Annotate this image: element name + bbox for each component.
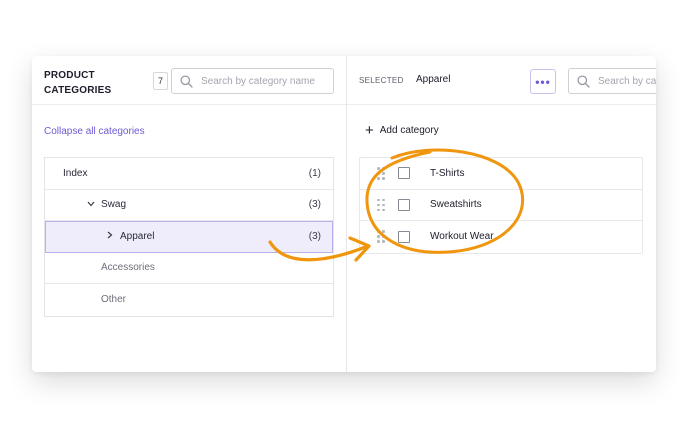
- subcategory-label: Sweatshirts: [430, 199, 482, 211]
- tree-row-swag[interactable]: Swag (3): [45, 190, 333, 221]
- tree-label: Swag: [101, 199, 127, 211]
- selected-label: SELECTED: [359, 76, 404, 85]
- tree-row-accessories[interactable]: Accessories: [45, 253, 333, 284]
- more-options-button[interactable]: •••: [530, 69, 556, 94]
- tree-label: Other: [101, 294, 127, 306]
- search-icon: [577, 74, 590, 88]
- tree-label: Index: [63, 167, 88, 179]
- selected-category-name: Apparel: [416, 74, 451, 85]
- tree-row-other[interactable]: Other: [45, 284, 333, 316]
- drag-handle-icon[interactable]: [377, 167, 385, 180]
- drag-handle-icon[interactable]: [377, 198, 385, 212]
- tree-count: (3): [308, 230, 321, 242]
- category-tree: Index (1) Swag (3) Apparel (3) Accessori…: [44, 157, 334, 317]
- subcategory-checkbox[interactable]: [398, 167, 410, 180]
- collapse-all-link[interactable]: Collapse all categories: [44, 126, 145, 137]
- subcategory-search-box[interactable]: [568, 68, 656, 94]
- subcategory-checkbox[interactable]: [398, 230, 410, 243]
- chevron-down-icon[interactable]: [45, 199, 95, 210]
- add-category-label: Add category: [379, 125, 439, 136]
- drag-handle-icon[interactable]: [377, 230, 385, 243]
- tree-label: Accessories: [101, 262, 155, 274]
- subcategory-row[interactable]: T-Shirts: [360, 158, 642, 190]
- header-divider: [32, 104, 346, 105]
- subcategory-label: T-Shirts: [430, 167, 465, 179]
- selected-category-panel: SELECTED Apparel ••• + Add category T-Sh…: [347, 56, 656, 372]
- tree-row-apparel[interactable]: Apparel (3): [45, 221, 333, 253]
- subcategory-row[interactable]: Workout Wear: [360, 221, 642, 253]
- product-categories-panel: PRODUCT CATEGORIES 7 Collapse all catego…: [32, 56, 346, 372]
- plus-icon: +: [365, 121, 374, 139]
- subcategory-list: T-Shirts Sweatshirts Workout Wear: [359, 157, 643, 254]
- header-divider: [347, 104, 656, 105]
- category-count-badge: 7: [153, 72, 168, 90]
- tree-count: (1): [308, 167, 321, 179]
- search-icon: [180, 74, 193, 88]
- subcategory-checkbox[interactable]: [398, 198, 410, 211]
- category-search-input[interactable]: [201, 75, 333, 87]
- category-manager-card: PRODUCT CATEGORIES 7 Collapse all catego…: [32, 56, 656, 372]
- subcategory-search-input[interactable]: [598, 75, 656, 87]
- tree-row-index[interactable]: Index (1): [45, 158, 333, 190]
- category-search-box[interactable]: [171, 68, 334, 94]
- chevron-right-icon[interactable]: [45, 231, 113, 242]
- tree-label: Apparel: [120, 230, 155, 242]
- add-category-button[interactable]: + Add category: [365, 121, 439, 139]
- subcategory-row[interactable]: Sweatshirts: [360, 190, 642, 221]
- tree-count: (3): [308, 199, 321, 211]
- subcategory-label: Workout Wear: [430, 231, 494, 243]
- panel-title: PRODUCT CATEGORIES: [44, 70, 112, 96]
